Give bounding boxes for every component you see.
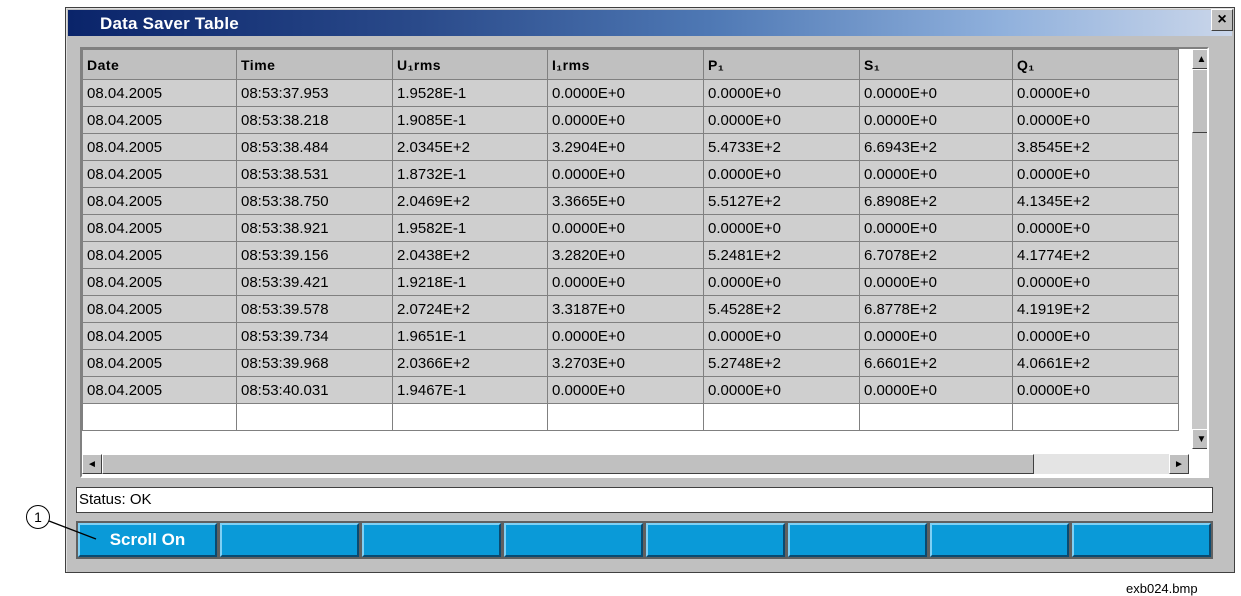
callout-leader-line xyxy=(48,520,97,540)
callout-number: 1 xyxy=(26,505,50,529)
